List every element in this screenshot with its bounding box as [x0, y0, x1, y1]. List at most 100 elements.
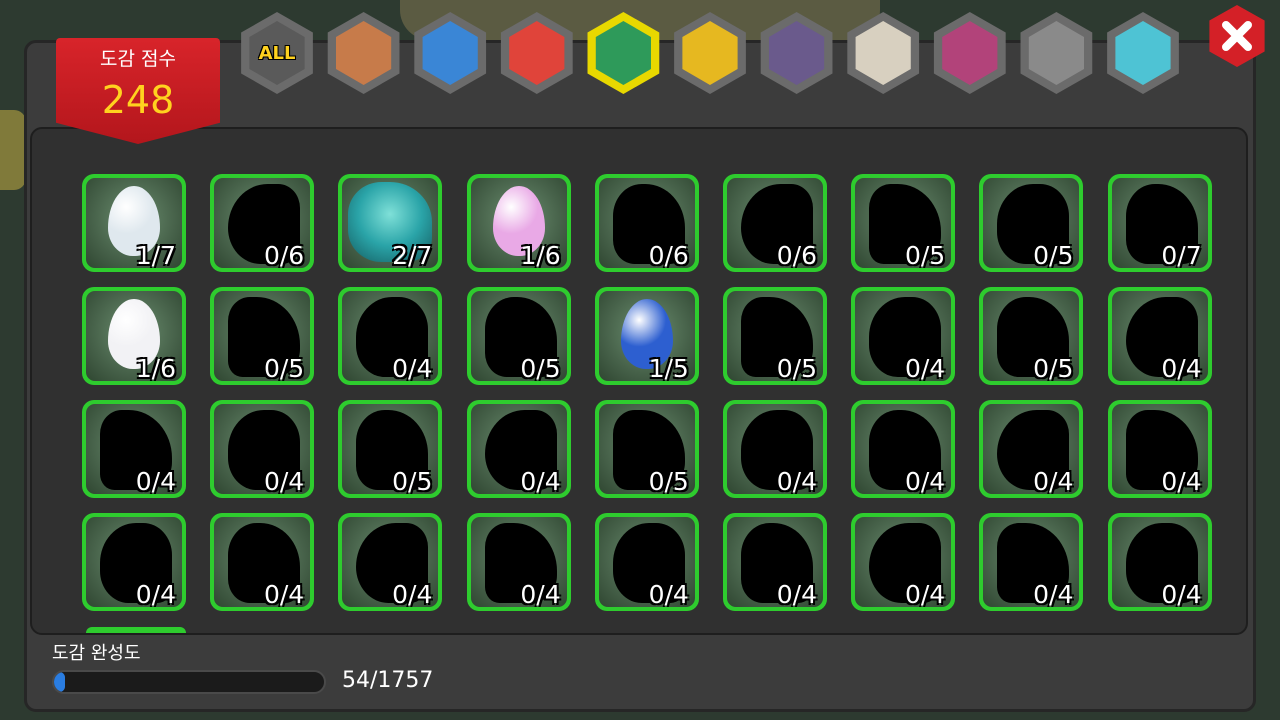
monster-slot-image: 0/4 [86, 404, 182, 494]
monster-slot[interactable]: 0/4 [979, 400, 1084, 498]
monster-count: 0/4 [1161, 467, 1202, 494]
tab-void[interactable] [1020, 12, 1093, 94]
monster-slot[interactable]: 0/4 [1107, 287, 1212, 385]
next-row-peek [86, 627, 186, 633]
tab-all[interactable]: ALL [241, 12, 313, 94]
monster-slot[interactable]: 0/4 [851, 513, 956, 611]
monster-slot-image: 0/4 [214, 517, 311, 607]
monster-slot[interactable]: 0/4 [851, 287, 956, 385]
monster-slot[interactable]: 0/5 [594, 400, 699, 498]
tab-wind[interactable] [587, 12, 660, 94]
tab-dark[interactable] [760, 12, 833, 94]
monster-slot[interactable]: 0/5 [210, 287, 315, 385]
monster-slot[interactable]: 1/7 [82, 174, 186, 272]
tab-earth[interactable] [327, 12, 400, 94]
monster-slot[interactable]: 0/4 [82, 513, 186, 611]
monster-count: 0/4 [648, 580, 689, 607]
monster-slot[interactable]: 0/5 [338, 400, 443, 498]
completion-label: 도감 완성도 [52, 643, 141, 664]
monster-slot-image: 1/5 [598, 291, 695, 381]
monster-slot[interactable]: 2/7 [338, 174, 443, 272]
monster-count: 0/4 [904, 580, 946, 607]
monster-slot[interactable]: 0/5 [466, 287, 571, 385]
earth-element-icon [335, 21, 392, 85]
monster-slot[interactable]: 0/7 [1107, 174, 1212, 272]
monster-slot-image: 1/6 [86, 291, 182, 381]
monster-slot[interactable]: 0/4 [851, 400, 956, 498]
monster-count: 0/4 [135, 467, 176, 494]
monster-slot-image: 0/5 [983, 291, 1080, 381]
monster-slot[interactable]: 0/4 [466, 400, 571, 498]
tab-light[interactable] [674, 12, 746, 94]
monster-slot-image: 0/4 [598, 517, 695, 607]
monster-count: 0/5 [263, 354, 305, 381]
monster-slot[interactable]: 0/4 [210, 513, 315, 611]
monster-slot-image: 0/4 [1111, 517, 1208, 607]
monster-count: 1/6 [135, 354, 176, 381]
monster-slot[interactable]: 0/6 [210, 174, 315, 272]
monster-slot-image: 0/5 [342, 404, 439, 494]
monster-slot-image: 1/6 [470, 178, 567, 268]
monster-slot-image: 0/4 [214, 404, 311, 494]
monster-count: 1/6 [520, 241, 561, 268]
element-tabs: ALL [238, 12, 1188, 94]
tab-rainbow[interactable] [1107, 12, 1179, 94]
background-decoration-left [0, 110, 26, 190]
fire-element-icon [509, 21, 565, 85]
monster-count: 0/7 [1161, 241, 1202, 268]
monster-slot[interactable]: 1/6 [466, 174, 571, 272]
monster-slot[interactable]: 0/4 [1107, 513, 1212, 611]
monster-count: 0/6 [263, 241, 305, 268]
monster-count: 0/4 [520, 467, 561, 494]
monster-slot-image: 0/4 [983, 404, 1080, 494]
monster-slot[interactable]: 0/5 [979, 287, 1084, 385]
monster-count: 0/4 [1161, 354, 1202, 381]
monster-slot[interactable]: 0/4 [338, 287, 443, 385]
monster-slot-image: 0/4 [855, 291, 952, 381]
tab-spirit[interactable] [847, 12, 920, 94]
monster-count: 0/4 [1033, 467, 1074, 494]
monster-slot[interactable]: 1/5 [594, 287, 699, 385]
tab-fire[interactable] [500, 12, 573, 94]
monster-slot-image: 0/4 [86, 517, 182, 607]
spirit-swirl-icon [855, 21, 911, 85]
monster-slot[interactable]: 0/4 [723, 400, 827, 498]
monster-slot[interactable]: 0/6 [594, 174, 699, 272]
light-sun-icon [682, 21, 738, 85]
monster-slot-image: 0/5 [983, 178, 1080, 268]
monster-slot[interactable]: 0/4 [594, 513, 699, 611]
monster-slot-image: 0/7 [1111, 178, 1208, 268]
monster-count: 0/4 [904, 467, 946, 494]
monster-slot[interactable]: 1/6 [82, 287, 186, 385]
tab-water[interactable] [414, 12, 487, 94]
monster-slot[interactable]: 0/4 [338, 513, 443, 611]
monster-slot[interactable]: 0/4 [466, 513, 571, 611]
monster-slot-image: 2/7 [342, 178, 439, 268]
monster-slot[interactable]: 0/4 [210, 400, 315, 498]
water-drop-icon [422, 21, 478, 85]
monster-slot[interactable]: 0/5 [723, 287, 827, 385]
monster-slot[interactable]: 0/4 [82, 400, 186, 498]
monster-slot-image: 0/5 [727, 291, 823, 381]
monster-slot[interactable]: 0/4 [979, 513, 1084, 611]
monster-count: 0/5 [776, 354, 817, 381]
monster-count: 0/4 [392, 354, 433, 381]
monster-count: 0/5 [392, 467, 433, 494]
monster-slot-image: 0/5 [598, 404, 695, 494]
all-text-icon: ALL [249, 21, 305, 85]
monster-count: 0/5 [1033, 241, 1074, 268]
completion-count: 54/1757 [342, 668, 434, 693]
monster-count: 0/4 [904, 354, 946, 381]
tab-chaos[interactable] [933, 12, 1006, 94]
monster-count: 2/7 [392, 241, 433, 268]
monster-count: 0/4 [135, 580, 176, 607]
monster-count: 0/6 [776, 241, 817, 268]
monster-slot-image: 0/4 [1111, 404, 1208, 494]
dark-dragon-icon [768, 21, 825, 85]
monster-slot[interactable]: 0/6 [723, 174, 827, 272]
monster-slot[interactable]: 0/5 [851, 174, 956, 272]
monster-count: 0/4 [776, 580, 817, 607]
monster-slot[interactable]: 0/4 [723, 513, 827, 611]
monster-slot[interactable]: 0/4 [1107, 400, 1212, 498]
monster-slot[interactable]: 0/5 [979, 174, 1084, 272]
